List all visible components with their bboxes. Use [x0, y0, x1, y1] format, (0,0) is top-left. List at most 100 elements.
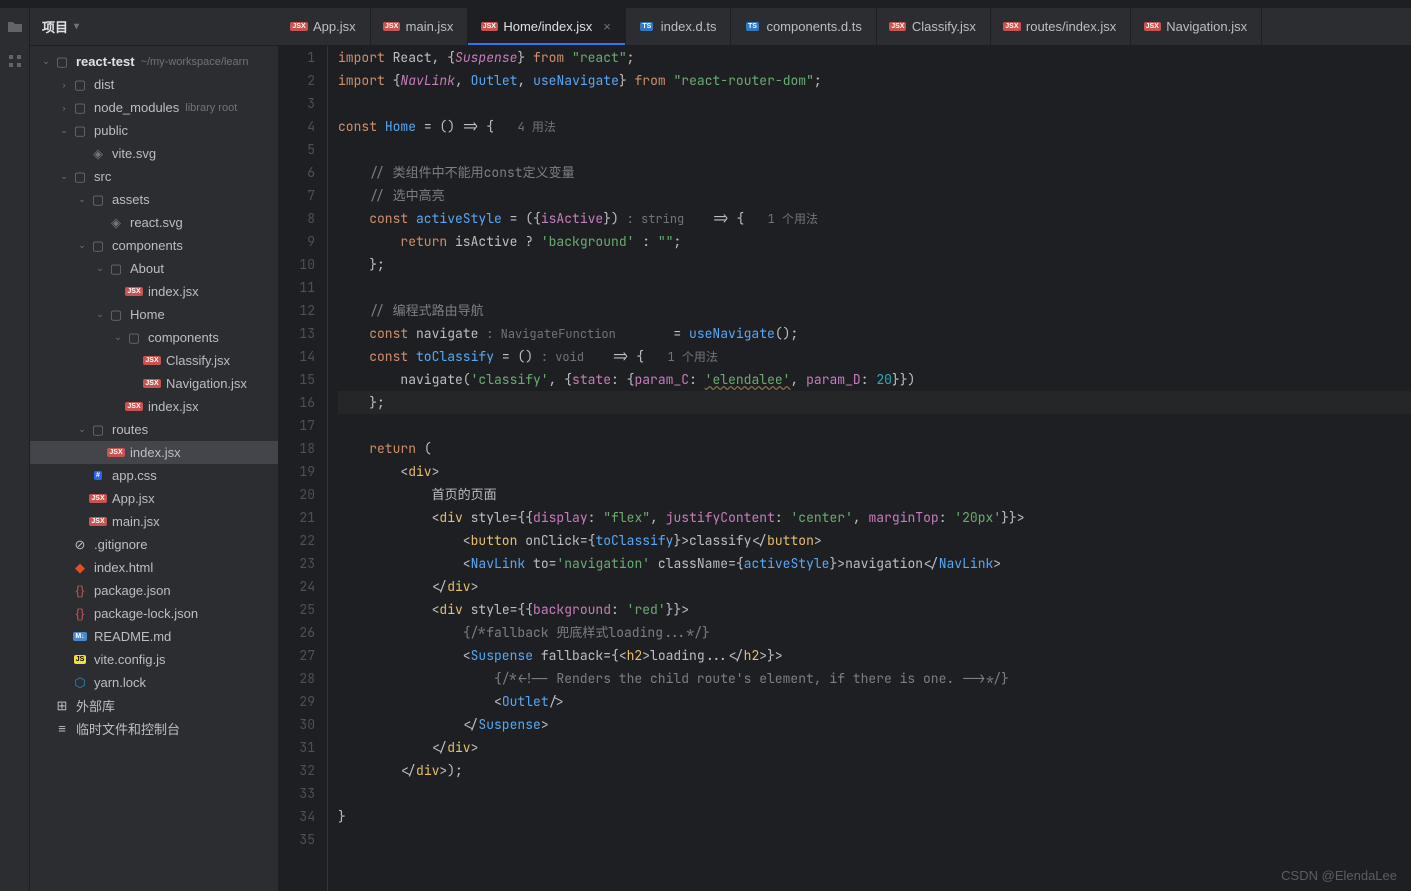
- tree-external-libs[interactable]: ⊞ 外部库: [30, 694, 278, 717]
- library-icon: ⊞: [54, 698, 70, 714]
- code-line: const toClassify = () : void => { 1 个用法: [338, 345, 1411, 368]
- code-pane[interactable]: import React, {Suspense} from "react"; i…: [328, 46, 1411, 891]
- tree-about[interactable]: ⌄ ▢ About: [30, 257, 278, 280]
- editor-body[interactable]: 12345 678910 1112131415 1617181920 21222…: [278, 46, 1411, 891]
- tree-app-jsx[interactable]: JSX App.jsx: [30, 487, 278, 510]
- tab-components-d-ts[interactable]: TS components.d.ts: [731, 8, 876, 45]
- tree-classify-jsx[interactable]: JSX Classify.jsx: [30, 349, 278, 372]
- project-sidebar: 项目 ▾ ⌄ ▢ react-test ~/my-workspace/learn…: [30, 8, 278, 891]
- structure-tool-icon[interactable]: [4, 50, 26, 72]
- tab-routes[interactable]: JSX routes/index.jsx: [991, 8, 1131, 45]
- tree-label: index.html: [94, 560, 153, 575]
- chevron-down-icon: ⌄: [38, 56, 54, 67]
- library-root-badge: library root: [185, 102, 237, 114]
- tree-dist[interactable]: › ▢ dist: [30, 73, 278, 96]
- tree-node-modules[interactable]: › ▢ node_modules library root: [30, 96, 278, 119]
- code-line: };: [338, 391, 1411, 414]
- jsx-file-icon: JSX: [90, 491, 106, 507]
- tree-readme[interactable]: M↓ README.md: [30, 625, 278, 648]
- tree-scratches[interactable]: ≡ 临时文件和控制台: [30, 717, 278, 740]
- tree-label: About: [130, 261, 164, 276]
- folder-icon: ▢: [72, 169, 88, 185]
- code-line: [338, 414, 1411, 437]
- tab-label: components.d.ts: [766, 19, 861, 34]
- tree-label: App.jsx: [112, 491, 155, 506]
- folder-icon: ▢: [72, 77, 88, 93]
- tree-vite-config[interactable]: JS vite.config.js: [30, 648, 278, 671]
- tab-label: Home/index.jsx: [503, 19, 592, 34]
- tree-vite-svg[interactable]: ◈ vite.svg: [30, 142, 278, 165]
- tree-label: src: [94, 169, 111, 184]
- tab-app-jsx[interactable]: JSX App.jsx: [278, 8, 371, 45]
- tree-yarn-lock[interactable]: ⬡ yarn.lock: [30, 671, 278, 694]
- tab-classify[interactable]: JSX Classify.jsx: [877, 8, 991, 45]
- tree-assets[interactable]: ⌄ ▢ assets: [30, 188, 278, 211]
- code-line: <div style={{background: 'red'}}>: [338, 598, 1411, 621]
- tree-label: yarn.lock: [94, 675, 146, 690]
- code-line: const activeStyle = ({isActive}) : strin…: [338, 207, 1411, 230]
- code-line: // 选中高亮: [338, 184, 1411, 207]
- chevron-down-icon: ⌄: [74, 240, 90, 251]
- tree-project-root[interactable]: ⌄ ▢ react-test ~/my-workspace/learn: [30, 50, 278, 73]
- tree-label: package-lock.json: [94, 606, 198, 621]
- watermark: CSDN @ElendaLee: [1281, 868, 1397, 883]
- code-line: import React, {Suspense} from "react";: [338, 46, 1411, 69]
- code-line: return isActive ? 'background' : "";: [338, 230, 1411, 253]
- chevron-right-icon: ›: [56, 103, 72, 113]
- tree-package-lock[interactable]: {} package-lock.json: [30, 602, 278, 625]
- tree-routes[interactable]: ⌄ ▢ routes: [30, 418, 278, 441]
- tree-react-svg[interactable]: ◈ react.svg: [30, 211, 278, 234]
- js-file-icon: JS: [72, 652, 88, 668]
- jsx-file-icon: JSX: [144, 376, 160, 392]
- jsx-file-icon: JSX: [126, 284, 142, 300]
- tree-about-index[interactable]: JSX index.jsx: [30, 280, 278, 303]
- tree-label: vite.svg: [112, 146, 156, 161]
- tool-rail: [0, 8, 30, 891]
- tree-routes-index[interactable]: JSX index.jsx: [30, 441, 278, 464]
- sidebar-header[interactable]: 项目 ▾: [30, 8, 278, 46]
- tab-home-index[interactable]: JSX Home/index.jsx ×: [468, 8, 625, 45]
- folder-icon: ▢: [126, 330, 142, 346]
- svg-file-icon: ◈: [108, 215, 124, 231]
- tree-gitignore[interactable]: ⊘ .gitignore: [30, 533, 278, 556]
- markdown-file-icon: M↓: [72, 629, 88, 645]
- code-line: return (: [338, 437, 1411, 460]
- ts-file-icon: TS: [745, 20, 759, 34]
- project-name: react-test: [76, 54, 135, 69]
- project-path: ~/my-workspace/learn: [141, 56, 249, 68]
- code-line: {/*fallback 兜底样式loading...*/}: [338, 621, 1411, 644]
- tab-navigation[interactable]: JSX Navigation.jsx: [1131, 8, 1262, 45]
- tree-package-json[interactable]: {} package.json: [30, 579, 278, 602]
- code-line: <Outlet/>: [338, 690, 1411, 713]
- chevron-down-icon: ⌄: [56, 125, 72, 136]
- chevron-down-icon: ⌄: [74, 424, 90, 435]
- code-line: [338, 782, 1411, 805]
- tree-home-index[interactable]: JSX index.jsx: [30, 395, 278, 418]
- tree-components[interactable]: ⌄ ▢ components: [30, 234, 278, 257]
- tree-app-css[interactable]: # app.css: [30, 464, 278, 487]
- chevron-right-icon: ›: [56, 80, 72, 90]
- tree-public[interactable]: ⌄ ▢ public: [30, 119, 278, 142]
- tab-main-jsx[interactable]: JSX main.jsx: [371, 8, 469, 45]
- code-line: </div>);: [338, 759, 1411, 782]
- tree-main-jsx[interactable]: JSX main.jsx: [30, 510, 278, 533]
- code-line: // 类组件中不能用const定义变量: [338, 161, 1411, 184]
- tab-index-d-ts[interactable]: TS index.d.ts: [626, 8, 732, 45]
- tree-home-components[interactable]: ⌄ ▢ components: [30, 326, 278, 349]
- tree-src[interactable]: ⌄ ▢ src: [30, 165, 278, 188]
- code-line: <button onClick={toClassify}>classify</b…: [338, 529, 1411, 552]
- tab-label: routes/index.jsx: [1026, 19, 1116, 34]
- tree-navigation-jsx[interactable]: JSX Navigation.jsx: [30, 372, 278, 395]
- gitignore-icon: ⊘: [72, 537, 88, 553]
- jsx-file-icon: JSX: [126, 399, 142, 415]
- tab-label: App.jsx: [313, 19, 356, 34]
- file-tree: ⌄ ▢ react-test ~/my-workspace/learn › ▢ …: [30, 46, 278, 891]
- jsx-file-icon: JSX: [144, 353, 160, 369]
- project-tool-icon[interactable]: [4, 16, 26, 38]
- tree-home[interactable]: ⌄ ▢ Home: [30, 303, 278, 326]
- chevron-down-icon: ▾: [74, 21, 79, 32]
- close-icon[interactable]: ×: [603, 19, 611, 34]
- editor-area: JSX App.jsx JSX main.jsx JSX Home/index.…: [278, 8, 1411, 891]
- tree-index-html[interactable]: ◆ index.html: [30, 556, 278, 579]
- yarn-lock-icon: ⬡: [72, 675, 88, 691]
